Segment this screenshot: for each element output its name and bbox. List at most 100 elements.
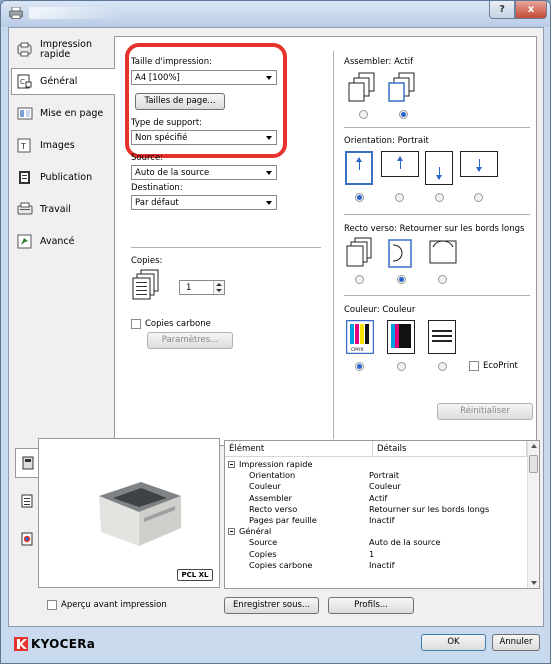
nav-label: Général (40, 75, 78, 87)
duplex-off-icon[interactable] (345, 237, 375, 269)
general-icon: C (17, 74, 33, 89)
row-details: 1 (369, 548, 375, 559)
collapse-icon[interactable] (228, 461, 235, 468)
nav-item-images[interactable]: T Images (11, 132, 115, 159)
help-button[interactable]: ? (489, 1, 515, 19)
tab-document-view[interactable] (15, 486, 39, 516)
media-type-value: Non spécifié (135, 133, 188, 143)
profiles-button[interactable]: Profils... (328, 597, 414, 614)
source-value: Auto de la source (135, 168, 210, 178)
page-sizes-button[interactable]: Tailles de page... (135, 93, 225, 110)
arrow-up-icon (356, 157, 362, 170)
row-details: Retourner sur les bords longs (369, 503, 490, 514)
nav-item-general[interactable]: C Général (11, 68, 115, 95)
table-group-row[interactable]: Général (225, 526, 527, 537)
carbon-settings-button[interactable]: Paramètres... (147, 332, 233, 349)
collate-label-text: Assembler: (344, 57, 392, 67)
row-element-text: Pages par feuille (249, 515, 317, 525)
nav-item-advanced[interactable]: Avancé (11, 228, 115, 255)
collate-on-icon[interactable] (387, 71, 421, 103)
duplex-long-edge-radio[interactable] (397, 275, 406, 284)
column-header-details[interactable]: Détails (373, 441, 527, 457)
duplex-value: Retourner sur les bords longs (399, 224, 525, 234)
row-element: Assembler (249, 493, 292, 504)
color-auto-icon[interactable] (387, 320, 415, 354)
row-element-text: Source (249, 537, 278, 548)
duplex-long-edge-icon[interactable] (387, 237, 417, 269)
scroll-down-icon[interactable] (531, 581, 537, 585)
orientation-value: Portrait (397, 136, 429, 146)
cancel-button[interactable]: Annuler (492, 634, 540, 651)
print-size-select[interactable]: A4 [100%] (131, 70, 277, 85)
orientation-portrait-option[interactable] (345, 151, 373, 185)
ecoprint-checkbox[interactable] (469, 361, 479, 371)
svg-text:C: C (20, 78, 25, 86)
row-element-text: Assembler (249, 492, 293, 503)
vertical-scrollbar[interactable] (527, 441, 539, 588)
nav-item-layout[interactable]: Mise en page (11, 100, 115, 127)
color-cmyk-radio[interactable] (355, 362, 364, 371)
print-size-label: Taille d'impression: (131, 57, 212, 67)
row-element: Copies carbone (249, 560, 312, 571)
row-element-text: Copies (249, 548, 277, 559)
color-auto-radio[interactable] (397, 362, 406, 371)
orientation-portrait-rotated-radio[interactable] (435, 193, 444, 202)
duplex-short-edge-icon[interactable] (427, 237, 461, 269)
destination-value: Par défaut (135, 198, 179, 208)
color-label-text: Couleur: (344, 305, 380, 315)
scroll-thumb[interactable] (529, 455, 538, 473)
tab-printer-view[interactable] (15, 448, 39, 478)
color-mono-icon[interactable] (428, 320, 456, 354)
nav-item-job[interactable]: Travail (11, 196, 115, 223)
divider (344, 295, 530, 296)
scroll-up-icon[interactable] (531, 444, 537, 448)
destination-select[interactable]: Par défaut (131, 195, 277, 210)
table-row: Copies 1 (225, 549, 527, 560)
nav-item-publishing[interactable]: Publication (11, 164, 115, 191)
tab-color-view[interactable] (15, 524, 39, 554)
reset-button[interactable]: Réinitialiser (437, 403, 533, 420)
orientation-landscape-rotated-radio[interactable] (474, 193, 483, 202)
carbon-copies-checkbox[interactable] (131, 319, 141, 329)
copies-label: Copies: (131, 256, 163, 266)
source-select[interactable]: Auto de la source (131, 165, 277, 180)
nav-item-quick-print[interactable]: Impression rapide (11, 36, 115, 63)
orientation-landscape-radio[interactable] (395, 193, 404, 202)
print-size-value: A4 [100%] (135, 73, 180, 83)
save-as-button[interactable]: Enregistrer sous... (224, 597, 319, 614)
divider (131, 247, 321, 248)
duplex-off-radio[interactable] (355, 275, 364, 284)
dialog-client: Impression rapide C Général Mise en page… (8, 27, 544, 627)
color-mono-radio[interactable] (438, 362, 447, 371)
settings-summary-table: Élément Détails Impression rapide Orienta… (224, 440, 540, 589)
close-button[interactable]: x (515, 1, 547, 19)
orientation-landscape-option[interactable] (381, 151, 419, 177)
spin-up-icon[interactable] (216, 283, 222, 286)
column-header-element[interactable]: Élément (225, 441, 373, 457)
orientation-landscape-rotated-option[interactable] (460, 151, 498, 177)
collate-off-icon[interactable] (347, 71, 381, 103)
collate-off-radio[interactable] (359, 110, 368, 119)
color-cmyk-icon[interactable]: CMYK (346, 320, 374, 354)
spin-buttons[interactable] (213, 281, 224, 294)
orientation-portrait-rotated-option[interactable] (425, 151, 453, 185)
orientation-portrait-radio[interactable] (355, 193, 364, 202)
destination-label: Destination: (131, 183, 183, 193)
preview-checkbox[interactable] (47, 600, 57, 610)
ok-button[interactable]: OK (421, 634, 486, 651)
table-group-row[interactable]: Impression rapide (225, 459, 527, 470)
orientation-label: Orientation: Portrait (344, 136, 429, 146)
table-row: Orientation Portrait (225, 470, 527, 481)
row-element: Couleur (249, 481, 281, 492)
collate-on-radio[interactable] (399, 110, 408, 119)
nav-label: Avancé (40, 235, 75, 247)
media-type-select[interactable]: Non spécifié (131, 130, 277, 145)
duplex-short-edge-radio[interactable] (438, 275, 447, 284)
carbon-copies-label: Copies carbone (145, 319, 211, 329)
spin-down-icon[interactable] (216, 289, 222, 292)
copies-stepper[interactable]: 1 (179, 280, 225, 295)
table-row: Assembler Actif (225, 493, 527, 504)
collapse-icon[interactable] (228, 528, 235, 536)
row-details: Auto de la source (369, 537, 441, 548)
row-element: Source (249, 537, 277, 548)
